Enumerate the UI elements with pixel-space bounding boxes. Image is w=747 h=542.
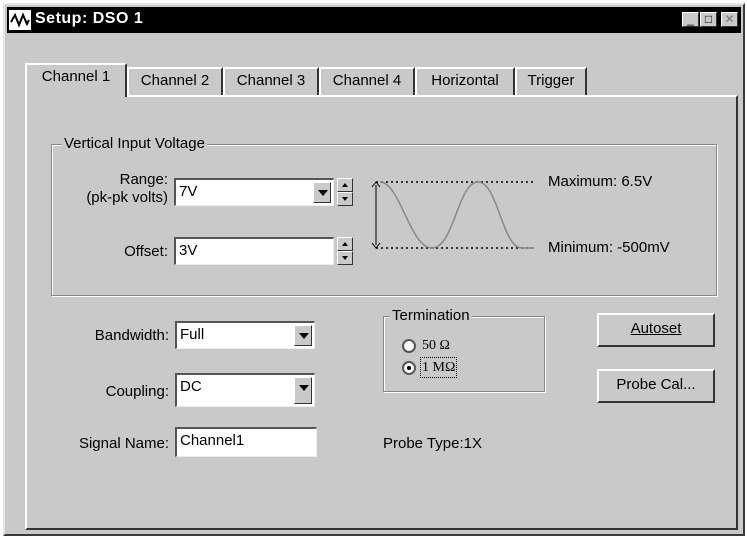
range-spin-down-icon[interactable] [337, 192, 353, 206]
probe-cal-button-label: Probe Cal... [616, 376, 696, 393]
range-spin-up-icon[interactable] [337, 178, 353, 192]
tab-channel-3[interactable]: Channel 3 [223, 67, 319, 95]
tab-trigger[interactable]: Trigger [515, 67, 587, 95]
probe-cal-button[interactable]: Probe Cal... [597, 369, 715, 403]
termination-1-mohm-label[interactable]: 1 MΩ [419, 357, 458, 378]
coupling-value: DC [180, 378, 202, 395]
termination-50-ohm-radio[interactable] [402, 339, 416, 353]
termination-1-mohm-radio[interactable] [402, 361, 416, 375]
tab-channel-1[interactable]: Channel 1 [25, 63, 127, 97]
range-value: 7V [179, 183, 198, 200]
termination-group: Termination 50 Ω 1 MΩ [383, 307, 545, 392]
tab-horizontal[interactable]: Horizontal [415, 67, 515, 95]
waveform-icon [9, 10, 31, 30]
offset-spin-up-icon[interactable] [337, 237, 353, 251]
offset-input[interactable]: 3V [174, 237, 334, 265]
window-title: Setup: DSO 1 [35, 10, 144, 27]
setup-window: Setup: DSO 1 _ □ ✕ Channel 1 Channel 2 C… [3, 3, 745, 536]
coupling-select[interactable]: DC [175, 373, 315, 407]
offset-spinner[interactable] [337, 237, 353, 265]
offset-spin-down-icon[interactable] [337, 251, 353, 265]
termination-50-ohm-label[interactable]: 50 Ω [422, 337, 450, 354]
coupling-label: Coupling: [105, 383, 169, 400]
range-dropdown-arrow-icon[interactable] [313, 182, 331, 203]
coupling-dropdown-arrow-icon[interactable] [294, 377, 312, 404]
close-button[interactable]: ✕ [721, 12, 738, 27]
channel-1-panel: Vertical Input Voltage Range: (pk-pk vol… [25, 95, 738, 530]
signal-name-input[interactable]: Channel1 [175, 427, 317, 457]
title-bar[interactable]: Setup: DSO 1 _ □ ✕ [7, 7, 741, 33]
signal-name-label: Signal Name: [78, 435, 169, 452]
range-unit-label: (pk-pk volts) [86, 189, 168, 206]
offset-label: Offset: [124, 243, 168, 260]
minimize-button[interactable]: _ [682, 12, 699, 27]
range-spinner[interactable] [337, 178, 353, 206]
tab-channel-2[interactable]: Channel 2 [127, 67, 223, 95]
vertical-input-group: Vertical Input Voltage Range: (pk-pk vol… [51, 135, 717, 296]
bandwidth-select[interactable]: Full [175, 321, 315, 349]
offset-value: 3V [179, 242, 198, 259]
signal-name-value: Channel1 [180, 432, 245, 449]
termination-group-label: Termination [390, 307, 472, 325]
autoset-button-label: Autoset [630, 320, 682, 337]
range-label: Range: [119, 171, 168, 188]
minimum-readout: Minimum: -500mV [548, 239, 670, 256]
probe-type-text: Probe Type:1X [383, 435, 482, 452]
tab-channel-4[interactable]: Channel 4 [319, 67, 415, 95]
maximize-button[interactable]: □ [700, 12, 717, 27]
range-select[interactable]: 7V [174, 178, 334, 206]
vertical-input-group-label: Vertical Input Voltage [62, 135, 207, 153]
bandwidth-label: Bandwidth: [94, 327, 169, 344]
bandwidth-dropdown-arrow-icon[interactable] [294, 325, 312, 346]
bandwidth-value: Full [180, 326, 205, 343]
waveform-diagram [371, 181, 534, 249]
autoset-button[interactable]: Autoset [597, 313, 715, 347]
maximum-readout: Maximum: 6.5V [548, 173, 653, 190]
